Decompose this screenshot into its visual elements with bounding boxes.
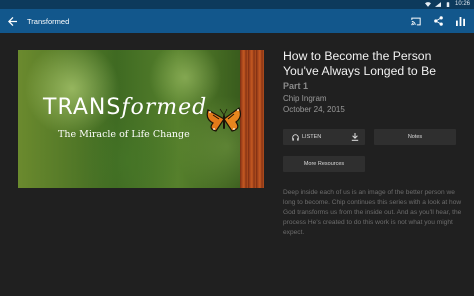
back-button[interactable] — [0, 9, 24, 33]
butterfly-icon — [206, 107, 242, 132]
message-date: October 24, 2015 — [283, 105, 345, 114]
equalizer-button[interactable] — [454, 15, 466, 27]
notes-button[interactable]: Notes — [374, 129, 456, 145]
cast-icon — [411, 17, 421, 25]
download-icon[interactable] — [351, 133, 359, 141]
message-details: How to Become the Person You've Always L… — [283, 49, 463, 114]
share-button[interactable] — [432, 15, 444, 27]
signal-icon — [434, 2, 441, 7]
arrow-back-icon — [7, 16, 17, 26]
listen-button[interactable]: LISTEN — [283, 129, 365, 145]
status-bar: 10:26 — [0, 0, 474, 9]
message-title: How to Become the Person You've Always L… — [283, 49, 436, 78]
message-description: Deep inside each of us is an image of th… — [283, 189, 462, 236]
app-bar-actions — [410, 9, 466, 33]
series-logo-subtitle: The Miracle of Life Change — [58, 129, 190, 140]
tree-trunk — [240, 50, 264, 188]
app-bar-title: Transformed — [27, 16, 70, 26]
equalizer-icon — [455, 16, 465, 26]
status-time: 10:26 — [454, 1, 470, 7]
app-bar: Transformed — [0, 9, 474, 33]
message-part: Part 1 — [283, 81, 309, 91]
speaker-name: Chip Ingram — [283, 94, 327, 103]
share-icon — [433, 16, 443, 26]
listen-label: LISTEN — [302, 134, 322, 140]
battery-icon — [446, 2, 450, 7]
series-logo-title: TRANSformed — [43, 95, 208, 120]
wifi-icon — [424, 2, 431, 7]
headphones-icon — [292, 133, 299, 141]
more-resources-button[interactable]: More Resources — [283, 156, 365, 172]
series-artwork: TRANSformed The Miracle of Life Change — [18, 50, 264, 188]
cast-button[interactable] — [410, 15, 422, 27]
